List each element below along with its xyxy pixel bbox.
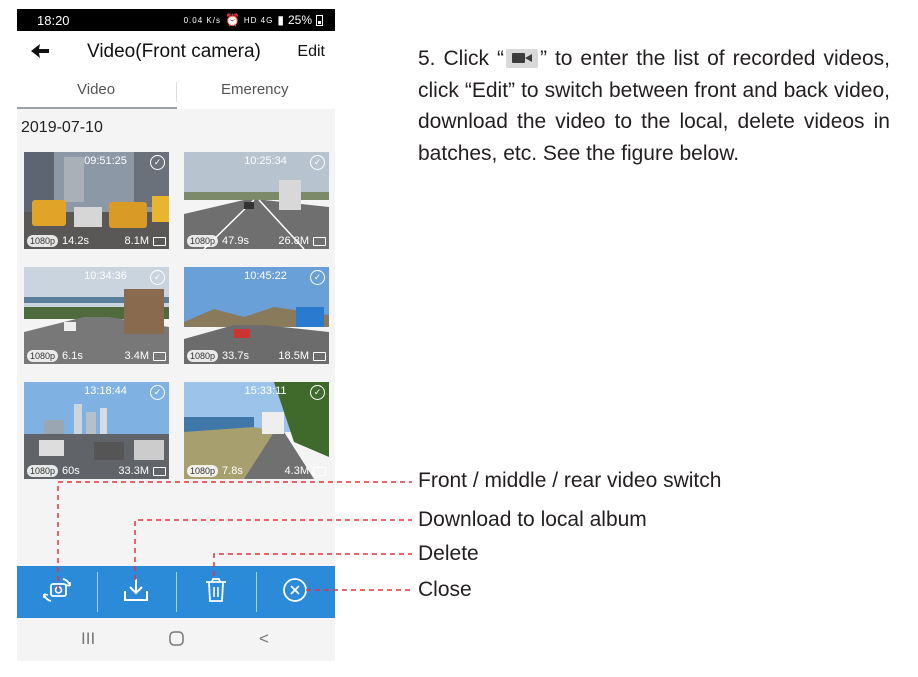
callout-close: Close (418, 578, 472, 601)
callout-delete: Delete (418, 542, 479, 565)
callout-download: Download to local album (418, 508, 647, 531)
callout-camera-switch: Front / middle / rear video switch (418, 469, 722, 492)
callout-lines (57, 481, 412, 591)
